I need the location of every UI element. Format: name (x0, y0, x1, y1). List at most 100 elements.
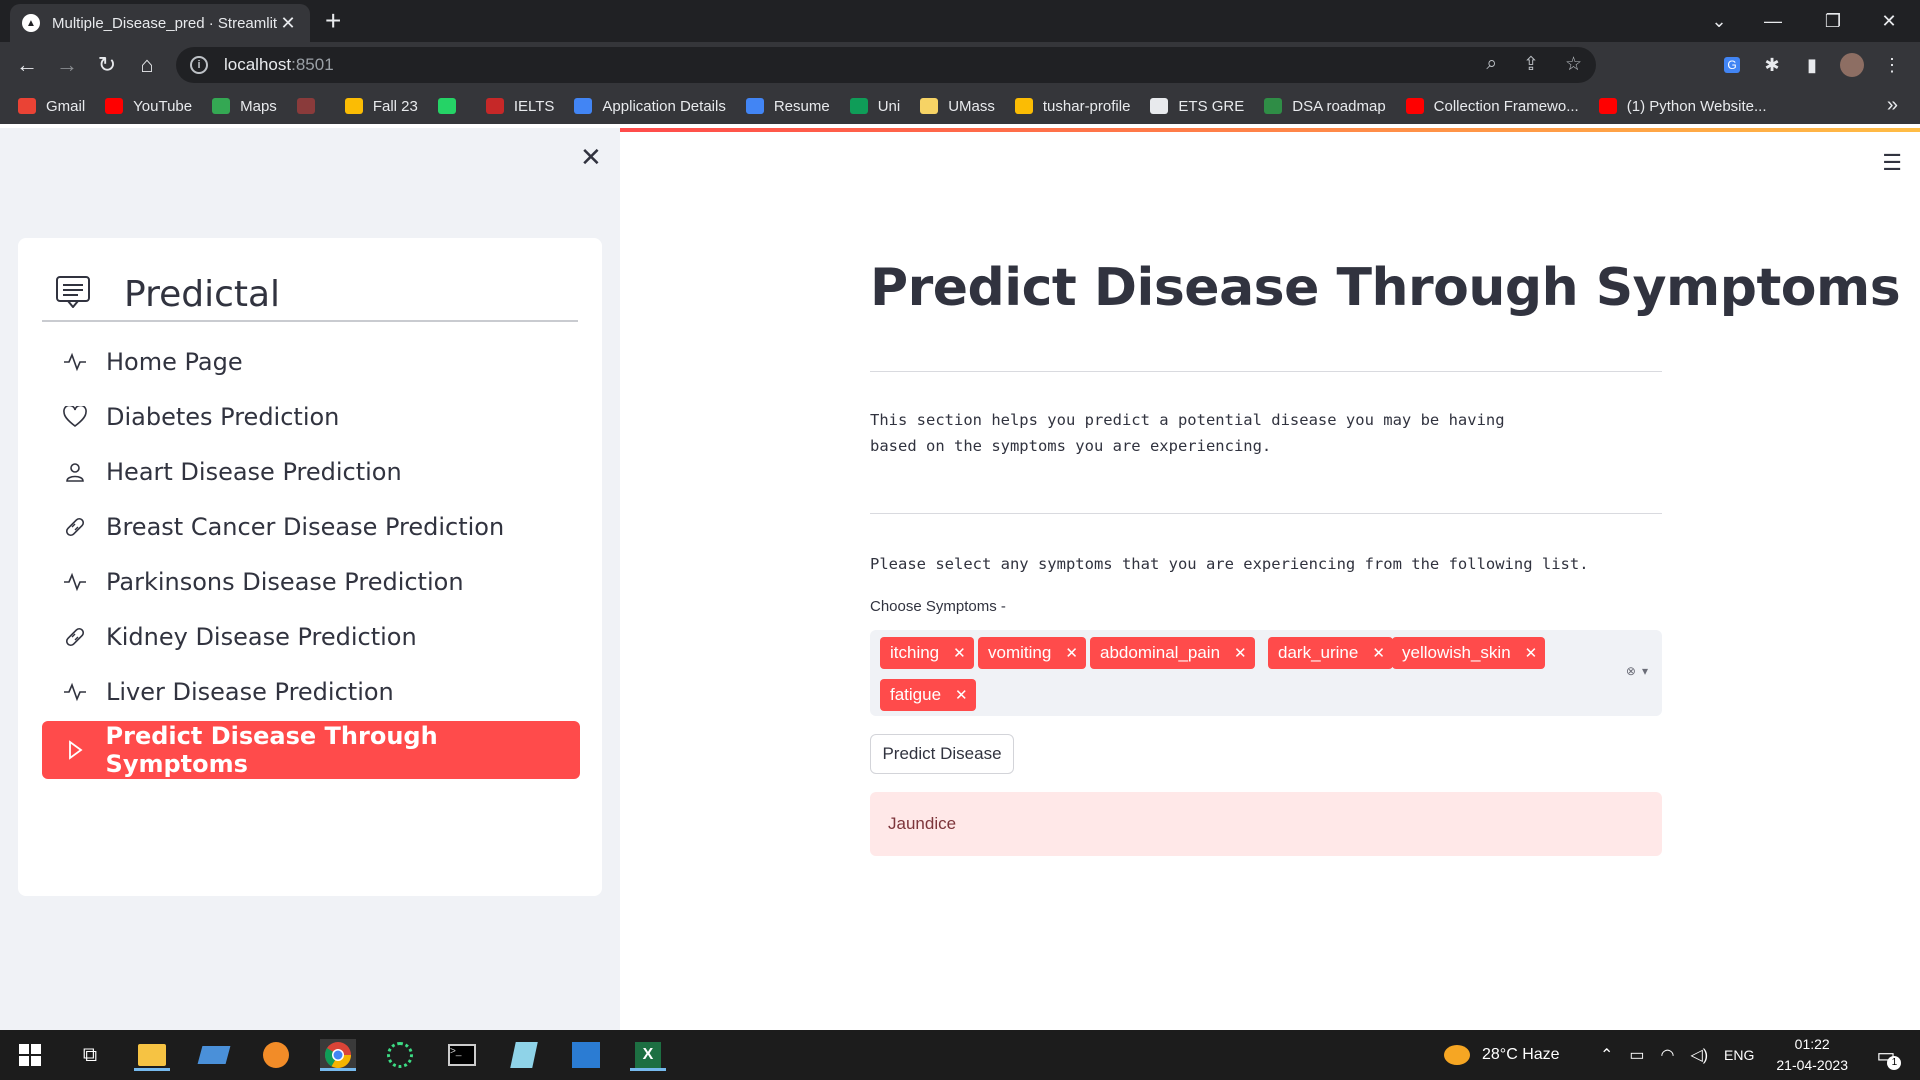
play-icon (62, 737, 88, 763)
sidebar-item-diabetes-prediction[interactable]: Diabetes Prediction (42, 389, 580, 445)
battery-icon[interactable]: ▭ (1629, 1045, 1644, 1065)
translate-extension-icon[interactable]: G (1718, 51, 1746, 79)
task-view-icon[interactable]: ⧉ (72, 1039, 108, 1071)
share-icon[interactable]: ⇪ (1523, 53, 1539, 76)
sidebar-item-home-page[interactable]: Home Page (42, 334, 580, 390)
remove-chip-icon[interactable]: ✕ (1065, 644, 1078, 662)
menu-title: Predictal (124, 273, 281, 315)
sync-app-icon[interactable] (382, 1039, 418, 1071)
symptom-chip[interactable]: dark_urine ✕ (1268, 637, 1393, 669)
sidebar-item-parkinsons-disease-prediction[interactable]: Parkinsons Disease Prediction (42, 554, 580, 610)
symptom-chip[interactable]: fatigue ✕ (880, 679, 976, 711)
sidebar-item-label: Heart Disease Prediction (106, 458, 402, 486)
remove-chip-icon[interactable]: ✕ (953, 644, 966, 662)
intro-line-2: based on the symptoms you are experienci… (870, 437, 1272, 455)
top-decoration-bar (620, 128, 1920, 132)
remove-chip-icon[interactable]: ✕ (1525, 644, 1538, 662)
taskbar-clock[interactable]: 01:22 21-04-2023 (1776, 1034, 1848, 1076)
notepad-icon[interactable] (506, 1039, 542, 1071)
bookmark-item[interactable] (296, 98, 325, 114)
sidebar-item-heart-disease-prediction[interactable]: Heart Disease Prediction (42, 444, 580, 500)
bookmark-item[interactable]: Fall 23 (344, 98, 418, 115)
bookmark-item[interactable]: tushar-profile (1014, 98, 1130, 115)
bookmark-item[interactable]: YouTube (105, 98, 192, 115)
weather-widget[interactable]: 28°C Haze (1444, 1030, 1560, 1080)
remove-chip-icon[interactable]: ✕ (1372, 644, 1385, 662)
chevron-down-icon[interactable]: ▾ (1642, 664, 1648, 678)
bookmark-favicon-icon (212, 98, 231, 114)
hamburger-menu-icon[interactable]: ☰ (1882, 150, 1902, 176)
forward-icon[interactable]: → (52, 50, 82, 80)
symptom-chip-label: itching (890, 643, 940, 662)
bookmark-item[interactable]: ETS GRE (1150, 98, 1244, 115)
chevron-up-icon[interactable]: ⌃ (1600, 1045, 1613, 1065)
bookmark-item[interactable]: UMass (920, 98, 995, 115)
symptom-chip[interactable]: abdominal_pain ✕ (1090, 637, 1255, 669)
clear-all-icon[interactable]: ⊗ (1626, 664, 1636, 678)
excel-icon[interactable]: X (630, 1039, 666, 1071)
extensions-puzzle-icon[interactable]: ✱ (1758, 51, 1786, 79)
restore-button[interactable]: ❐ (1810, 0, 1856, 42)
remove-chip-icon[interactable]: ✕ (955, 686, 968, 704)
bookmark-label: Collection Framewo... (1433, 97, 1579, 115)
tab-search-icon[interactable]: ⌄ (1696, 0, 1742, 42)
bookmark-label: Uni (877, 97, 901, 115)
notifications-icon[interactable]: ▭ 1 (1868, 1030, 1904, 1080)
home-icon[interactable]: ⌂ (132, 50, 162, 80)
minimize-button[interactable]: — (1750, 0, 1796, 42)
reload-icon[interactable]: ↻ (92, 50, 122, 80)
bookmark-item[interactable]: Gmail (18, 98, 85, 115)
fl-studio-icon[interactable] (258, 1039, 294, 1071)
browser-menu-icon[interactable]: ⋮ (1878, 51, 1906, 79)
sidebar-item-liver-disease-prediction[interactable]: Liver Disease Prediction (42, 664, 580, 720)
file-explorer-icon[interactable] (134, 1039, 170, 1071)
terminal-icon[interactable]: >_ (444, 1039, 480, 1071)
sidebar-item-predict-disease-through-symptoms[interactable]: Predict Disease Through Symptoms (42, 721, 580, 779)
sidebar-item-breast-cancer-disease-prediction[interactable]: Breast Cancer Disease Prediction (42, 499, 580, 555)
bookmark-item[interactable] (437, 98, 466, 114)
predict-disease-button[interactable]: Predict Disease (870, 734, 1014, 774)
new-tab-button[interactable]: + (325, 6, 341, 36)
symptom-chip[interactable]: yellowish_skin ✕ (1392, 637, 1546, 669)
browser-tab[interactable]: ▲ Multiple_Disease_pred · Streamlit ✕ (10, 4, 310, 42)
symptoms-multiselect[interactable]: ⊗ ▾ itching ✕ vomiting ✕ abdominal_pain ✕ dark… (870, 630, 1662, 716)
bookmark-item[interactable]: Resume (745, 97, 830, 115)
close-sidebar-icon[interactable]: ✕ (580, 142, 602, 173)
bookmark-item[interactable]: Application Details (574, 98, 726, 115)
symptom-chip[interactable]: vomiting ✕ (978, 637, 1086, 669)
remove-chip-icon[interactable]: ✕ (1234, 644, 1247, 662)
profile-avatar[interactable] (1838, 51, 1866, 79)
close-tab-icon[interactable]: ✕ (278, 13, 298, 34)
wifi-icon[interactable]: ◠ (1661, 1045, 1675, 1065)
windows-taskbar: ⧉ >_ X 28°C Haze ⌃ ▭ ◠ ◁) ENG 01:22 21-0… (0, 1030, 1920, 1080)
photos-icon[interactable] (568, 1039, 604, 1071)
more-bookmarks-icon[interactable]: » (1887, 94, 1898, 117)
sidebar-item-kidney-disease-prediction[interactable]: Kidney Disease Prediction (42, 609, 580, 665)
clock-time: 01:22 (1794, 1036, 1830, 1052)
bookmark-item[interactable]: DSA roadmap (1264, 98, 1386, 115)
browser-tab-bar: ▲ Multiple_Disease_pred · Streamlit ✕ + … (0, 0, 1920, 42)
windows-start-icon[interactable] (12, 1039, 48, 1071)
bookmark-favicon-icon (18, 98, 36, 114)
address-bar[interactable]: i localhost:8501 ⌕ ⇪ ☆ (176, 47, 1596, 83)
close-window-button[interactable]: ✕ (1866, 0, 1912, 42)
divider (870, 371, 1662, 372)
url-port: :8501 (291, 55, 334, 74)
bookmark-item[interactable]: Collection Framewo... (1405, 97, 1579, 115)
site-info-icon[interactable]: i (190, 56, 208, 74)
language-indicator[interactable]: ENG (1724, 1030, 1754, 1080)
bookmark-item[interactable]: Maps (212, 98, 277, 115)
zoom-icon[interactable]: ⌕ (1486, 53, 1497, 76)
heart-icon (62, 404, 88, 430)
bookmark-item[interactable]: (1) Python Website... (1598, 98, 1767, 115)
chrome-icon[interactable] (320, 1039, 356, 1071)
back-icon[interactable]: ← (12, 50, 42, 80)
symptom-chip[interactable]: itching ✕ (880, 637, 974, 669)
laptop-app-icon[interactable] (196, 1039, 232, 1071)
bookmark-star-icon[interactable]: ☆ (1565, 53, 1582, 76)
volume-icon[interactable]: ◁) (1691, 1045, 1709, 1065)
side-panel-icon[interactable]: ▮ (1798, 51, 1826, 79)
bookmark-label: Resume (773, 97, 830, 115)
bookmark-item[interactable]: IELTS (485, 98, 554, 115)
bookmark-item[interactable]: Uni (849, 97, 901, 115)
